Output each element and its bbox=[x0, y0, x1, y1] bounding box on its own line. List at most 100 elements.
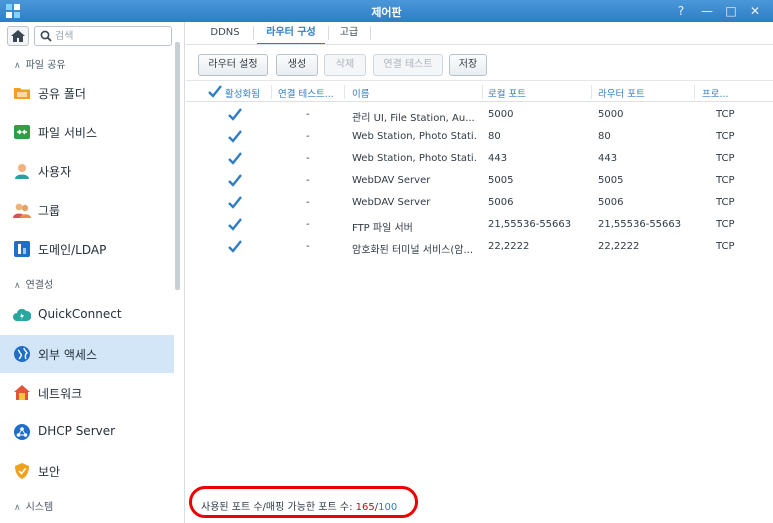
column-header-protocol[interactable]: 프로... bbox=[702, 86, 729, 100]
close-icon[interactable]: ✕ bbox=[745, 2, 765, 20]
local-port-cell: 22,2222 bbox=[488, 241, 530, 252]
home-button[interactable] bbox=[7, 26, 29, 46]
sidebar-item-external-access[interactable]: 외부 액세스 bbox=[0, 335, 174, 373]
checkmark-icon bbox=[228, 196, 242, 209]
checkmark-icon bbox=[208, 85, 222, 98]
sidebar-item-shared-folder[interactable]: 공유 폴더 bbox=[0, 74, 174, 112]
local-port-cell: 80 bbox=[488, 131, 501, 142]
section-file-sharing[interactable]: ∧ 파일 공유 bbox=[14, 56, 66, 71]
save-button[interactable]: 저장 bbox=[449, 54, 487, 76]
sidebar-item-network[interactable]: 네트워크 bbox=[0, 374, 174, 412]
tab-divider bbox=[370, 26, 371, 40]
router-port-cell: 443 bbox=[598, 153, 618, 164]
tab-advanced[interactable]: 고급 bbox=[332, 23, 366, 45]
maximize-icon[interactable]: □ bbox=[721, 2, 741, 20]
checkmark-icon bbox=[228, 152, 242, 165]
window-title: 제어판 bbox=[371, 6, 402, 19]
sidebar-item-file-services[interactable]: 파일 서비스 bbox=[0, 113, 174, 151]
name-cell: 관리 UI, File Station, Au... bbox=[352, 113, 475, 124]
home-icon bbox=[11, 30, 25, 42]
sidebar: ∧파일 공유 공유 폴더 파일 서비스 사용자 그룹 도메인/LDAP ∧연결성… bbox=[0, 22, 185, 523]
toolbar-divider bbox=[186, 80, 773, 81]
section-system[interactable]: ∧ 시스템 bbox=[14, 498, 53, 513]
sidebar-item-label: 도메인/LDAP bbox=[38, 243, 107, 257]
table-row[interactable]: - Web Station, Photo Stati... 80 80 TCP bbox=[186, 126, 773, 148]
connection-test-cell: - bbox=[306, 175, 310, 186]
table-row[interactable]: - 관리 UI, File Station, Au... 5000 5000 T… bbox=[186, 104, 773, 126]
section-connectivity[interactable]: ∧ 연결성 bbox=[14, 276, 53, 291]
column-header-name[interactable]: 이름 bbox=[352, 86, 369, 100]
router-settings-button[interactable]: 라우터 설정 bbox=[198, 54, 268, 76]
tab-router-configuration[interactable]: 라우터 구성 bbox=[257, 23, 325, 45]
security-icon bbox=[13, 462, 31, 480]
search-field[interactable] bbox=[34, 26, 172, 46]
sidebar-item-label: QuickConnect bbox=[38, 307, 122, 321]
chevron-up-icon: ∧ bbox=[14, 61, 21, 71]
column-divider bbox=[591, 85, 592, 99]
chevron-up-icon: ∧ bbox=[14, 503, 21, 513]
group-icon bbox=[13, 201, 31, 219]
table-row[interactable]: - Web Station, Photo Stati... 443 443 TC… bbox=[186, 148, 773, 170]
local-port-cell: 5006 bbox=[488, 197, 514, 208]
tab-ddns[interactable]: DDNS bbox=[200, 23, 250, 45]
sidebar-item-label: 외부 액세스 bbox=[38, 348, 98, 362]
router-port-cell: 22,2222 bbox=[598, 241, 640, 252]
protocol-cell: TCP bbox=[716, 109, 735, 120]
protocol-cell: TCP bbox=[716, 153, 735, 164]
create-button[interactable]: 생성 bbox=[276, 54, 318, 76]
delete-button[interactable]: 삭제 bbox=[324, 54, 366, 76]
chevron-up-icon: ∧ bbox=[14, 281, 21, 291]
enabled-checkbox[interactable] bbox=[228, 130, 242, 146]
protocol-cell: TCP bbox=[716, 219, 735, 230]
column-divider bbox=[271, 85, 272, 99]
checkmark-icon bbox=[228, 174, 242, 187]
enabled-checkbox[interactable] bbox=[228, 174, 242, 190]
table-row[interactable]: - 암호화된 터미널 서비스(암... 22,2222 22,2222 TCP bbox=[186, 236, 773, 258]
connection-test-button[interactable]: 연결 테스트 bbox=[373, 54, 443, 76]
sidebar-item-label: 사용자 bbox=[38, 165, 72, 179]
checkmark-icon bbox=[228, 218, 242, 231]
sidebar-item-quickconnect[interactable]: QuickConnect bbox=[0, 296, 174, 334]
name-cell: Web Station, Photo Stati... bbox=[352, 153, 478, 164]
column-header-connection-test[interactable]: 연결 테스트... bbox=[278, 86, 334, 100]
tab-divider bbox=[328, 26, 329, 40]
enabled-checkbox[interactable] bbox=[228, 196, 242, 212]
local-port-cell: 5000 bbox=[488, 109, 514, 120]
help-icon[interactable]: ? bbox=[671, 2, 691, 20]
quickconnect-icon bbox=[13, 306, 32, 324]
enabled-checkbox[interactable] bbox=[228, 108, 242, 124]
column-header-local-port[interactable]: 로컬 포트 bbox=[488, 86, 526, 100]
local-port-cell: 5005 bbox=[488, 175, 514, 186]
enabled-checkbox[interactable] bbox=[228, 240, 242, 256]
sidebar-item-label: 파일 서비스 bbox=[38, 126, 98, 140]
connection-test-cell: - bbox=[306, 109, 310, 120]
router-port-cell: 80 bbox=[598, 131, 611, 142]
sidebar-item-security[interactable]: 보안 bbox=[0, 452, 174, 490]
select-all-checkbox[interactable] bbox=[208, 85, 222, 101]
enabled-checkbox[interactable] bbox=[228, 218, 242, 234]
name-cell: Web Station, Photo Stati... bbox=[352, 131, 478, 142]
table-row[interactable]: - WebDAV Server 5006 5006 TCP bbox=[186, 192, 773, 214]
domain-ldap-icon bbox=[13, 240, 31, 258]
tab-divider bbox=[253, 26, 254, 40]
table-row[interactable]: - FTP 파일 서버 21,55536-55663 21,55536-5566… bbox=[186, 214, 773, 236]
minimize-icon[interactable]: — bbox=[697, 2, 717, 20]
sidebar-item-dhcp-server[interactable]: DHCP Server bbox=[0, 413, 174, 451]
port-table-header: 활성화됨 연결 테스트... 이름 로컬 포트 라우터 포트 프로... bbox=[186, 82, 773, 102]
table-row[interactable]: - WebDAV Server 5005 5005 TCP bbox=[186, 170, 773, 192]
local-port-cell: 443 bbox=[488, 153, 508, 164]
enabled-checkbox[interactable] bbox=[228, 152, 242, 168]
sidebar-item-user[interactable]: 사용자 bbox=[0, 152, 174, 190]
name-cell: 암호화된 터미널 서비스(암... bbox=[352, 245, 473, 256]
protocol-cell: TCP bbox=[716, 197, 735, 208]
sidebar-item-group[interactable]: 그룹 bbox=[0, 191, 174, 229]
search-input[interactable] bbox=[55, 28, 167, 44]
sidebar-item-domain-ldap[interactable]: 도메인/LDAP bbox=[0, 230, 174, 268]
sidebar-scrollbar[interactable] bbox=[175, 42, 180, 290]
annotation-highlight-ellipse bbox=[189, 486, 418, 518]
column-divider bbox=[344, 85, 345, 99]
column-header-router-port[interactable]: 라우터 포트 bbox=[598, 86, 645, 100]
name-cell: WebDAV Server bbox=[352, 197, 431, 208]
column-header-enabled[interactable]: 활성화됨 bbox=[225, 86, 260, 100]
connection-test-cell: - bbox=[306, 241, 310, 252]
